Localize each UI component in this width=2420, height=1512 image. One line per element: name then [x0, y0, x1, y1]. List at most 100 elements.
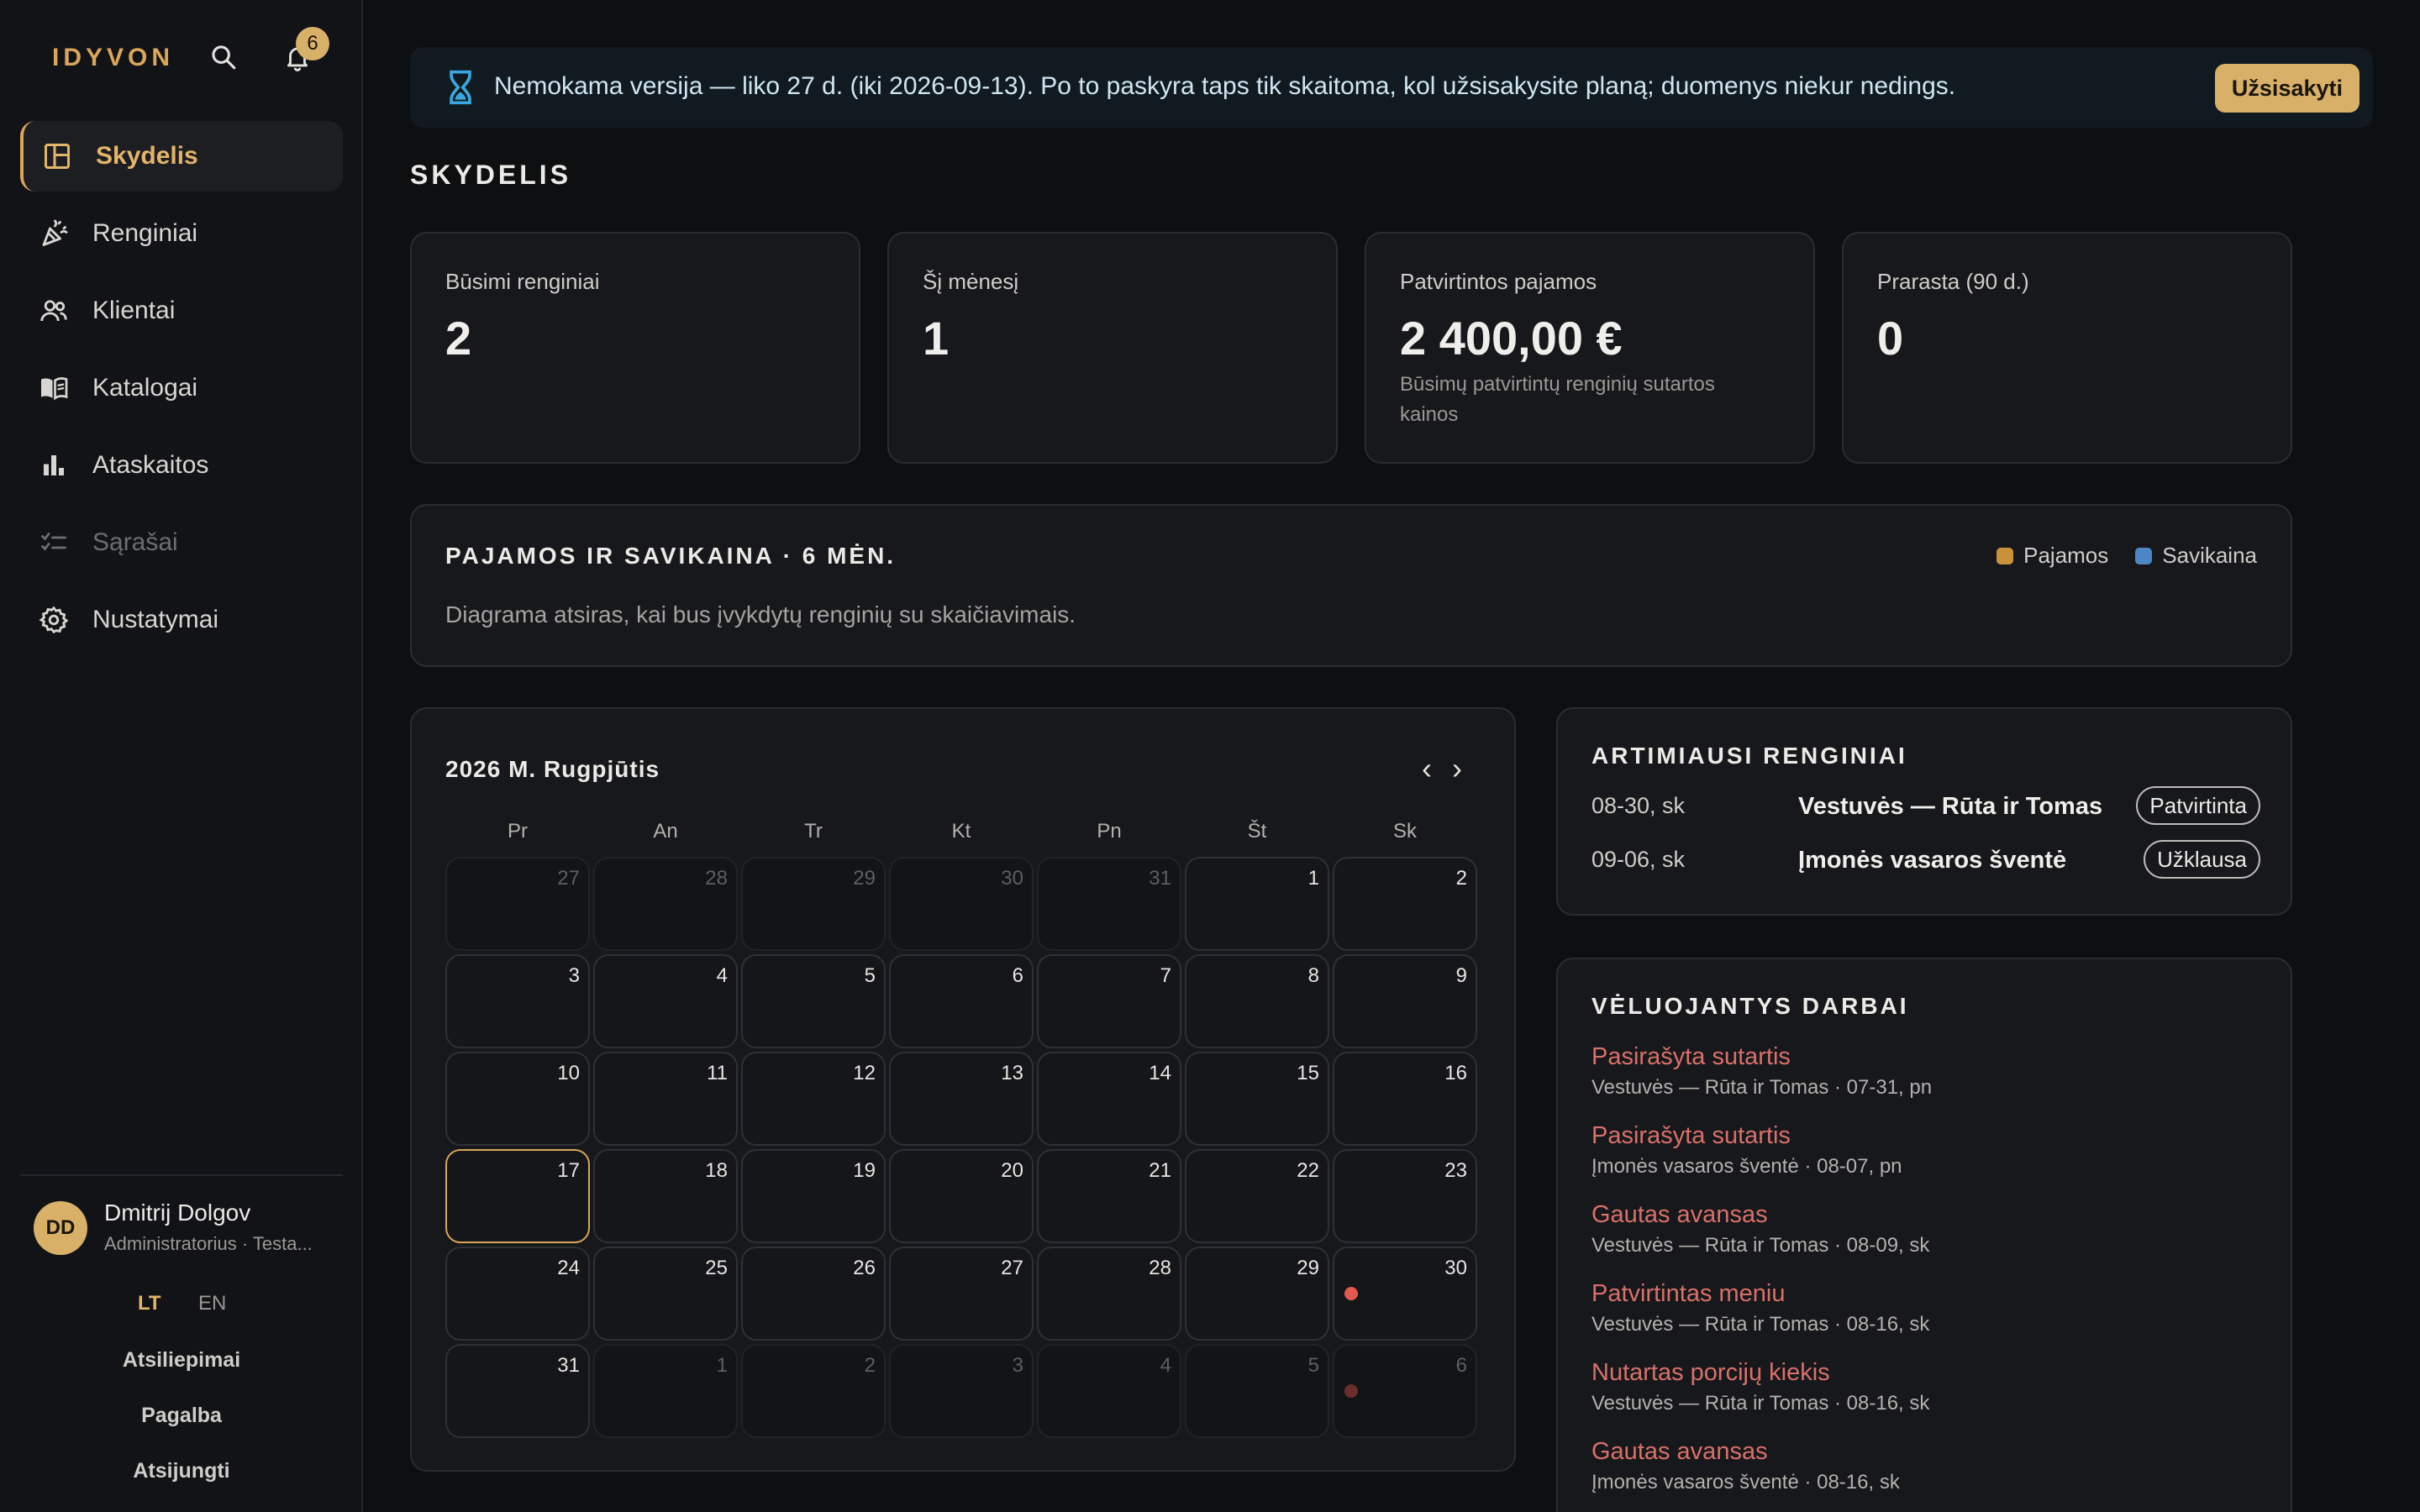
calendar-day[interactable]: 18	[593, 1149, 738, 1243]
day-number: 29	[1297, 1257, 1319, 1279]
calendar-day[interactable]: 6	[1333, 1344, 1477, 1438]
day-number: 9	[1455, 964, 1467, 987]
event-dot	[1344, 1384, 1358, 1398]
overdue-task-item[interactable]: Gautas avansas Įmonės vasaros šventė · 0…	[1591, 1438, 2264, 1494]
day-number: 31	[557, 1354, 580, 1377]
calendar-day[interactable]: 9	[1333, 954, 1477, 1048]
overdue-task-item[interactable]: Nutartas porcijų kiekis Vestuvės — Rūta …	[1591, 1359, 2264, 1415]
dashboard-icon	[40, 139, 74, 173]
logout-link[interactable]: Atsijungti	[20, 1443, 343, 1499]
overdue-task-item[interactable]: Pasirašyta sutartis Įmonės vasaros švent…	[1591, 1122, 2264, 1179]
day-number: 25	[705, 1257, 728, 1279]
calendar-day[interactable]: 10	[445, 1052, 590, 1146]
calendar-day[interactable]: 31	[1037, 857, 1181, 951]
calendar-day[interactable]: 26	[741, 1247, 886, 1341]
brand-logo[interactable]: IDYVON	[52, 44, 174, 72]
lang-en-button[interactable]: EN	[198, 1292, 226, 1315]
calendar-day[interactable]: 31	[445, 1344, 590, 1438]
calendar-day[interactable]: 2	[1333, 857, 1477, 951]
sidebar-item-label: Skydelis	[96, 142, 198, 170]
calendar-day[interactable]: 4	[593, 954, 738, 1048]
sidebar-item-dashboard[interactable]: Skydelis	[20, 121, 343, 192]
calendar-day[interactable]: 12	[741, 1052, 886, 1146]
overdue-task-item[interactable]: Patvirtintas meniu Vestuvės — Rūta ir To…	[1591, 1280, 2264, 1336]
next-month-button[interactable]: ›	[1442, 751, 1472, 786]
weekday-label: Pn	[1097, 820, 1122, 843]
legend-item-revenue: Pajamos	[1996, 543, 2108, 569]
calendar-day[interactable]: 5	[1185, 1344, 1329, 1438]
help-link[interactable]: Pagalba	[20, 1388, 343, 1443]
stat-note: Būsimų patvirtintų renginių sutartos kai…	[1400, 373, 1715, 426]
calendar-day[interactable]: 11	[593, 1052, 738, 1146]
task-subtitle: Įmonės vasaros šventė · 08-07, pn	[1591, 1155, 1902, 1178]
main-nav: Skydelis Renginiai Klientai Katalogai At…	[20, 121, 343, 662]
calendar-day[interactable]: 3	[445, 954, 590, 1048]
upcoming-event-row[interactable]: 09-06, sk Įmonės vasaros šventė Užklausa	[1591, 840, 2260, 880]
calendar-day[interactable]: 22	[1185, 1149, 1329, 1243]
day-number: 19	[853, 1159, 876, 1182]
calendar-day[interactable]: 6	[889, 954, 1034, 1048]
calendar-day[interactable]: 24	[445, 1247, 590, 1341]
calendar-day[interactable]: 29	[741, 857, 886, 951]
calendar-day[interactable]: 1	[593, 1344, 738, 1438]
calendar-day[interactable]: 2	[741, 1344, 886, 1438]
bar-chart-icon	[37, 449, 71, 482]
legend-swatch	[1996, 547, 2014, 564]
calendar-day[interactable]: 29	[1185, 1247, 1329, 1341]
calendar-day[interactable]: 28	[593, 857, 738, 951]
sidebar-item-catalogs[interactable]: Katalogai	[20, 353, 343, 423]
sidebar-item-events[interactable]: Renginiai	[20, 198, 343, 269]
calendar-day[interactable]: 5	[741, 954, 886, 1048]
sidebar-item-clients[interactable]: Klientai	[20, 276, 343, 346]
calendar-day[interactable]: 23	[1333, 1149, 1477, 1243]
stat-card-upcoming: Būsimi renginiai 2	[410, 232, 860, 464]
upcoming-event-row[interactable]: 08-30, sk Vestuvės — Rūta ir Tomas Patvi…	[1591, 786, 2260, 827]
weekday-label: Kt	[951, 820, 971, 843]
calendar-day[interactable]: 15	[1185, 1052, 1329, 1146]
calendar-day[interactable]: 30	[1333, 1247, 1477, 1341]
calendar-day[interactable]: 25	[593, 1247, 738, 1341]
sidebar-item-settings[interactable]: Nustatymai	[20, 585, 343, 655]
feedback-link[interactable]: Atsiliepimai	[20, 1332, 343, 1388]
task-subtitle: Vestuvės — Rūta ir Tomas · 08-16, sk	[1591, 1313, 1930, 1336]
day-number: 28	[705, 867, 728, 890]
event-dot	[1344, 1287, 1358, 1300]
task-title: Gautas avansas	[1591, 1201, 1768, 1228]
calendar-day[interactable]: 19	[741, 1149, 886, 1243]
calendar-day[interactable]: 3	[889, 1344, 1034, 1438]
calendar-day[interactable]: 1	[1185, 857, 1329, 951]
event-title[interactable]: Įmonės vasaros šventė	[1798, 847, 2066, 874]
event-title[interactable]: Vestuvės — Rūta ir Tomas	[1798, 793, 2102, 821]
calendar-day[interactable]: 27	[445, 857, 590, 951]
sidebar-item-reports[interactable]: Ataskaitos	[20, 430, 343, 501]
calendar-day[interactable]: 14	[1037, 1052, 1181, 1146]
calendar-day[interactable]: 8	[1185, 954, 1329, 1048]
lang-lt-button[interactable]: LT	[138, 1292, 161, 1315]
calendar-day[interactable]: 27	[889, 1247, 1034, 1341]
party-popper-icon	[37, 217, 71, 250]
calendar-day[interactable]: 16	[1333, 1052, 1477, 1146]
sidebar-item-label: Katalogai	[92, 374, 198, 402]
calendar-day[interactable]: 20	[889, 1149, 1034, 1243]
search-button[interactable]	[203, 37, 244, 77]
weekday-label: Sk	[1392, 820, 1417, 843]
task-subtitle: Įmonės vasaros šventė · 08-16, sk	[1591, 1471, 1900, 1494]
prev-month-button[interactable]: ‹	[1412, 751, 1442, 786]
overdue-task-item[interactable]: Gautas avansas Vestuvės — Rūta ir Tomas …	[1591, 1201, 2264, 1257]
task-subtitle: Vestuvės — Rūta ir Tomas · 08-16, sk	[1591, 1392, 1930, 1415]
calendar-day-today[interactable]: 17	[445, 1149, 590, 1243]
calendar-day[interactable]: 13	[889, 1052, 1034, 1146]
calendar-day[interactable]: 4	[1037, 1344, 1181, 1438]
calendar-day[interactable]: 30	[889, 857, 1034, 951]
user-profile[interactable]: DD Dmitrij Dolgov Administratorius · Tes…	[20, 1176, 343, 1277]
calendar-day[interactable]: 28	[1037, 1247, 1181, 1341]
overdue-task-item[interactable]: Pasirašyta sutartis Vestuvės — Rūta ir T…	[1591, 1043, 2264, 1100]
subscribe-button[interactable]: Užsisakyti	[2214, 64, 2360, 113]
avatar: DD	[34, 1201, 87, 1255]
section-title: ARTIMIAUSI RENGINIAI	[1591, 743, 1907, 769]
calendar-day[interactable]: 21	[1037, 1149, 1181, 1243]
stat-value: 1	[923, 312, 950, 365]
sidebar-item-lists[interactable]: Sąrašai	[20, 507, 343, 578]
calendar-card: 2026 M. Rugpjūtis ‹ › Pr An Tr Kt Pn Št Sk 27 2…	[410, 707, 1516, 1472]
calendar-day[interactable]: 7	[1037, 954, 1181, 1048]
